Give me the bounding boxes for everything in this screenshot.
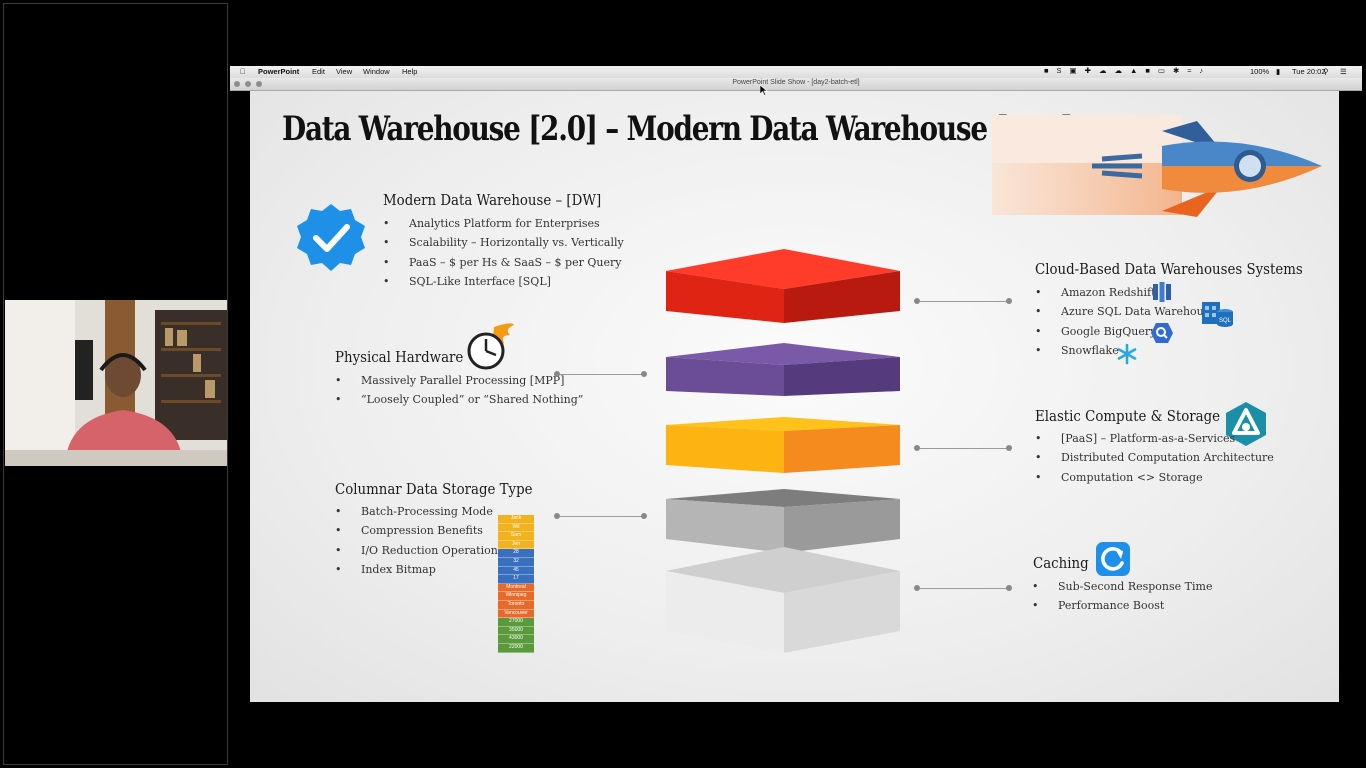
volume-icon[interactable]: ♪ bbox=[1199, 66, 1203, 75]
column-cell: Montreal bbox=[498, 583, 534, 593]
list-item: PaaS – $ per Hs & SaaS – $ per Query bbox=[383, 256, 624, 275]
column-cell: Toronto bbox=[498, 600, 534, 610]
svg-text:SQL: SQL bbox=[1219, 318, 1232, 324]
list-item: Scalability – Horizontally vs. Verticall… bbox=[383, 236, 624, 255]
display-icon[interactable]: ▭ bbox=[1158, 66, 1165, 75]
window-title-bar: PowerPoint Slide Show - [day2-batch-etl] bbox=[230, 78, 1362, 91]
connector-line bbox=[560, 516, 643, 517]
menu-help[interactable]: Help bbox=[402, 67, 417, 76]
connector-dot bbox=[1006, 445, 1012, 451]
caching-heading: Caching bbox=[1033, 556, 1089, 572]
elastic-heading: Elastic Compute & Storage bbox=[1035, 409, 1221, 425]
hardware-heading: Physical Hardware bbox=[335, 350, 464, 366]
battery-icon[interactable]: ▮ bbox=[1276, 67, 1280, 76]
wifi-icon[interactable]: ≈ bbox=[1187, 66, 1191, 75]
bluetooth-icon[interactable]: ✱ bbox=[1173, 66, 1179, 75]
bigquery-icon bbox=[1151, 323, 1173, 343]
column-cell: Vancouver bbox=[498, 609, 534, 619]
menu-edit[interactable]: Edit bbox=[312, 67, 325, 76]
list-item: Amazon Redshift bbox=[1035, 286, 1216, 305]
battery-percent[interactable]: 100% bbox=[1250, 67, 1269, 76]
columnar-list: Batch-Processing Mode Compression Benefi… bbox=[335, 505, 503, 582]
column-cell: 32 bbox=[498, 557, 534, 567]
elastic-list: [PaaS] – Platform-as-a-Services Distribu… bbox=[1035, 432, 1274, 490]
list-item: Computation <> Storage bbox=[1035, 471, 1274, 490]
spotlight-search-icon[interactable]: ⚲ bbox=[1323, 67, 1329, 76]
layer-stack-graphic bbox=[666, 249, 900, 653]
modern-dw-heading: Modern Data Warehouse – [DW] bbox=[383, 193, 602, 209]
notification-center-icon[interactable]: ☰ bbox=[1340, 67, 1347, 76]
list-item: “Loosely Coupled” or “Shared Nothing” bbox=[335, 393, 583, 412]
cloud-heading: Cloud-Based Data Warehouses Systems bbox=[1035, 262, 1303, 278]
column-cell: Jack bbox=[498, 515, 534, 524]
cloud-icon[interactable]: ☁ bbox=[1099, 66, 1107, 75]
status-icon[interactable]: S bbox=[1057, 66, 1062, 75]
list-item: I/O Reduction Operations bbox=[335, 544, 503, 563]
refresh-icon bbox=[1096, 542, 1130, 576]
column-cell: 35000 bbox=[498, 626, 534, 636]
rocket-icon bbox=[992, 115, 1322, 217]
list-item: Performance Boost bbox=[1032, 599, 1212, 618]
status-icon[interactable]: ✚ bbox=[1085, 66, 1091, 75]
modern-dw-list: Analytics Platform for Enterprises Scala… bbox=[383, 217, 624, 294]
webcam-video bbox=[5, 300, 227, 466]
status-icon[interactable]: ▲ bbox=[1130, 66, 1137, 75]
cloud-icon[interactable]: ☁ bbox=[1114, 66, 1122, 75]
caching-list: Sub-Second Response Time Performance Boo… bbox=[1032, 580, 1212, 619]
connector-line bbox=[920, 448, 1010, 449]
list-item: Sub-Second Response Time bbox=[1032, 580, 1212, 599]
column-cell: Wil bbox=[498, 523, 534, 533]
list-item: Index Bitmap bbox=[335, 563, 503, 582]
column-cell: Winnipeg bbox=[498, 592, 534, 601]
connector-dot bbox=[1006, 585, 1012, 591]
column-cell: 28 bbox=[498, 549, 534, 558]
columnar-heading: Columnar Data Storage Type bbox=[335, 482, 533, 498]
list-item: Azure SQL Data Warehouse bbox=[1035, 305, 1216, 324]
menu-view[interactable]: View bbox=[336, 67, 352, 76]
mouse-cursor-icon bbox=[760, 85, 768, 96]
list-item: Distributed Computation Architecture bbox=[1035, 451, 1274, 470]
window-title: PowerPoint Slide Show - [day2-batch-etl] bbox=[732, 79, 860, 86]
connector-dot bbox=[641, 513, 647, 519]
slide-title: Data Warehouse [2.0] – Modern Data Wareh… bbox=[282, 109, 1074, 149]
status-icon[interactable]: ■ bbox=[1044, 66, 1049, 75]
connector-line bbox=[920, 301, 1010, 302]
list-item: Compression Benefits bbox=[335, 524, 503, 543]
menu-clock[interactable]: Tue 20:02 bbox=[1292, 67, 1326, 76]
list-item: Batch-Processing Mode bbox=[335, 505, 503, 524]
menu-app-powerpoint[interactable]: PowerPoint bbox=[258, 67, 299, 76]
snowflake-icon bbox=[1117, 343, 1137, 365]
column-cell: 45 bbox=[498, 566, 534, 576]
column-cell: Jen bbox=[498, 540, 534, 550]
list-item: Google BigQuery bbox=[1035, 325, 1216, 344]
apple-icon[interactable]:  bbox=[240, 67, 246, 76]
connector-line bbox=[920, 588, 1010, 589]
column-cell: 27000 bbox=[498, 618, 534, 627]
slide-canvas: Data Warehouse [2.0] – Modern Data Wareh… bbox=[250, 91, 1339, 702]
hardware-list: Massively Parallel Processing [MPP] “Loo… bbox=[335, 374, 583, 413]
column-cell: 17 bbox=[498, 575, 534, 584]
connector-dot bbox=[641, 371, 647, 377]
column-cell: Sam bbox=[498, 532, 534, 541]
column-cell: 22000 bbox=[498, 643, 534, 653]
list-item: Massively Parallel Processing [MPP] bbox=[335, 374, 583, 393]
columnar-storage-column: Jack Wil Sam Jen 28 32 45 17 Montreal Wi… bbox=[498, 515, 534, 653]
status-icon[interactable]: ■ bbox=[1145, 66, 1150, 75]
verified-badge-icon bbox=[297, 204, 365, 271]
list-item: [PaaS] – Platform-as-a-Services bbox=[1035, 432, 1274, 451]
column-cell: 43000 bbox=[498, 635, 534, 644]
list-item: SQL-Like Interface [SQL] bbox=[383, 275, 624, 294]
clock-icon bbox=[467, 323, 514, 370]
status-icons: ■ S ▣ ✚ ☁ ☁ ▲ ■ ▭ ✱ ≈ ♪ bbox=[1036, 66, 1203, 75]
amazon-redshift-icon bbox=[1153, 282, 1171, 302]
menu-window[interactable]: Window bbox=[363, 67, 390, 76]
connector-dot bbox=[1006, 298, 1012, 304]
status-icon[interactable]: ▣ bbox=[1070, 66, 1077, 75]
azure-sql-icon: SQL bbox=[1202, 302, 1233, 327]
connector-line bbox=[560, 374, 643, 375]
mac-menu-bar:  PowerPoint Edit View Window Help ■ S ▣ ✚ ☁… bbox=[230, 66, 1362, 78]
list-item: Analytics Platform for Enterprises bbox=[383, 217, 624, 236]
